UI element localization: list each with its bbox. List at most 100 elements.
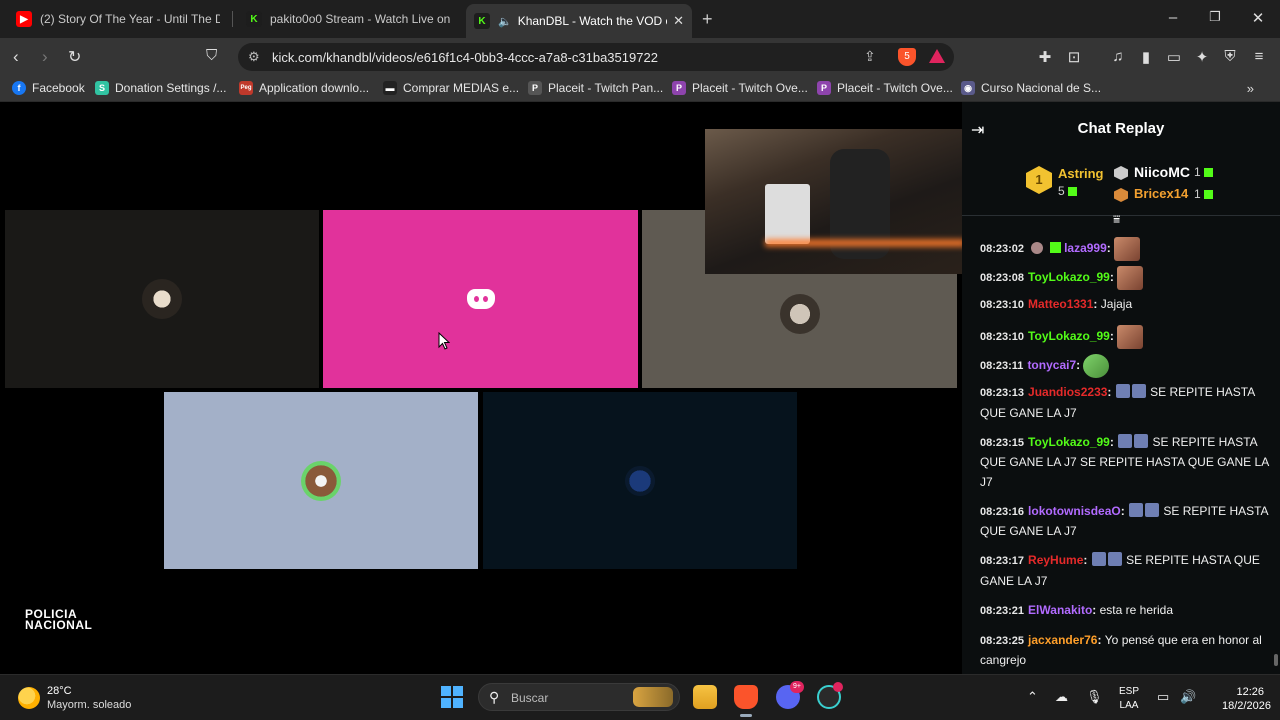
media-icon[interactable]: ♫ — [1107, 48, 1129, 65]
forward-icon[interactable]: › — [42, 47, 48, 67]
bookmark-placeit-overlay-2[interactable]: P Placeit - Twitch Ove... — [817, 81, 953, 95]
message-username[interactable]: laza999 — [1064, 241, 1107, 255]
new-tab-button[interactable]: + — [702, 9, 713, 30]
message-username[interactable]: ElWanakito — [1028, 603, 1092, 617]
onedrive-icon[interactable]: ☁ — [1055, 689, 1068, 705]
subscriber-badge-icon — [1049, 242, 1061, 254]
brave-shields-icon[interactable]: 5 — [898, 48, 916, 66]
message-username[interactable]: tonycai7 — [1027, 358, 1076, 372]
kick-icon: K — [474, 13, 490, 29]
discord-app-icon[interactable]: 9+ — [776, 681, 804, 709]
vpn-icon[interactable]: ⛨ — [1219, 48, 1241, 65]
brave-rewards-icon[interactable] — [929, 49, 945, 63]
bookmark-placeit-overlay[interactable]: P Placeit - Twitch Ove... — [672, 81, 808, 95]
bookmark-label: Application downlo... — [259, 81, 370, 95]
face-emote-icon — [1117, 266, 1144, 290]
back-icon[interactable]: ‹ — [13, 47, 19, 67]
bookmark-label: Facebook — [32, 81, 85, 95]
bookmarks-overflow-icon[interactable]: » — [1247, 81, 1254, 96]
sidebar-icon[interactable]: ▮ — [1135, 48, 1157, 66]
keyboard-language[interactable]: ESP LAA — [1118, 685, 1140, 713]
tab-pakito[interactable]: K pakito0o0 Stream - Watch Live on Kick — [238, 6, 458, 32]
participant-tile-speaking — [323, 210, 638, 388]
message-time: 08:23:10 — [980, 299, 1025, 311]
message-time: 08:23:02 — [980, 243, 1025, 256]
message-time: 08:23:21 — [980, 604, 1025, 617]
leo-ai-icon[interactable]: ✦ — [1191, 48, 1213, 66]
rain-emote-icon — [1129, 502, 1144, 517]
chat-message: 08:23:10 ToyLokazo_99: — [980, 325, 1270, 349]
show-hidden-icons-icon[interactable]: ⌃ — [1027, 689, 1038, 705]
tab-khandbl[interactable]: K 🔈 KhanDBL - Watch the VOD on Kick ✕ — [466, 4, 692, 38]
microphone-icon[interactable]: 🎙 — [1086, 689, 1103, 705]
weather-description[interactable]: Mayorm. soleado — [47, 699, 131, 711]
message-username[interactable]: Matteo1331 — [1028, 297, 1093, 311]
site-settings-icon[interactable]: ⚙ — [248, 49, 260, 65]
message-username[interactable]: Juandios2233 — [1028, 385, 1107, 399]
message-time: 08:23:17 — [980, 555, 1025, 567]
restore-icon[interactable]: ❐ — [1200, 9, 1230, 25]
window-close-icon[interactable]: ✕ — [1243, 9, 1273, 27]
bookmark-donation-settings[interactable]: S Donation Settings /... — [95, 81, 226, 95]
message-username[interactable]: ToyLokazo_99 — [1028, 329, 1110, 343]
tab-youtube[interactable]: ▶ (2) Story Of The Year - Until The Day … — [8, 6, 228, 32]
bookmark-icon[interactable]: ⛉ — [206, 47, 217, 64]
system-clock[interactable]: 12:26 18/2/2026 — [1222, 685, 1271, 713]
chat-message: 08:23:21 ElWanakito: esta re herida — [980, 602, 1174, 617]
chat-scrollbar[interactable] — [1274, 654, 1278, 666]
youtube-icon: ▶ — [16, 11, 32, 27]
leaderboard-second-count: 1 — [1194, 165, 1213, 179]
brave-browser-icon[interactable] — [734, 685, 758, 717]
rank-two-badge — [1114, 166, 1128, 180]
notification-dot — [833, 682, 843, 692]
bookmark-curso-nacional[interactable]: ◉ Curso Nacional de S... — [961, 81, 1101, 95]
leaderboard-second-name[interactable]: NiicoMC — [1134, 164, 1190, 180]
bookmark-application-download[interactable]: Peg Application downlo... — [239, 81, 369, 95]
keyboard-layout: LAA — [1119, 700, 1139, 711]
volume-icon[interactable]: 🔊 — [1180, 689, 1196, 705]
network-icon[interactable]: ▭ — [1157, 689, 1169, 705]
reload-icon[interactable]: ↻ — [68, 47, 81, 67]
message-username[interactable]: ReyHume — [1028, 553, 1083, 567]
gift-count: 5 — [1058, 184, 1065, 198]
policia-nacional-watermark: POLICIA NACIONAL — [25, 608, 111, 631]
file-explorer-icon[interactable] — [693, 685, 717, 709]
message-username[interactable]: ToyLokazo_99 — [1028, 270, 1110, 284]
weather-sun-icon[interactable] — [18, 687, 40, 709]
close-tab-icon[interactable]: ✕ — [673, 13, 684, 29]
share-icon[interactable]: ⇪ — [864, 48, 876, 65]
chat-message: 08:23:15 ToyLokazo_99: SE REPITE HASTA QU… — [980, 433, 1269, 489]
windows-start-icon[interactable] — [441, 686, 463, 708]
message-username[interactable]: jacxander76 — [1028, 633, 1097, 647]
app-icon[interactable] — [817, 682, 843, 709]
message-time: 08:23:25 — [980, 634, 1025, 647]
rain-emote-icon — [1145, 502, 1160, 517]
rain-emote-icon — [1118, 433, 1133, 448]
message-username[interactable]: lokotownisdeaO — [1028, 504, 1121, 518]
video-player[interactable]: POLICIA NACIONAL — [0, 102, 962, 674]
bookmark-placeit-panel[interactable]: P Placeit - Twitch Pan... — [528, 81, 663, 95]
chat-title: Chat Replay — [1077, 120, 1165, 137]
menu-icon[interactable]: ≡ — [1248, 48, 1270, 65]
message-username[interactable]: ToyLokazo_99 — [1028, 435, 1110, 449]
bookmark-label: Placeit - Twitch Pan... — [548, 81, 664, 95]
address-bar[interactable]: ⚙ kick.com/khandbl/videos/e616f1c4-0bb3-… — [238, 43, 954, 71]
wallet-icon[interactable]: ▭ — [1163, 48, 1185, 66]
leaderboard-toggle-icon[interactable]: ⩸ — [1113, 212, 1120, 227]
minimize-icon[interactable]: – — [1158, 9, 1188, 26]
bookmark-facebook[interactable]: f Facebook — [12, 81, 85, 95]
taskbar-search[interactable]: ⚲ Buscar — [478, 683, 680, 711]
chat-message: 08:23:17 ReyHume: SE REPITE HASTA QUE GAN… — [980, 552, 1260, 588]
message-time: 08:23:13 — [980, 387, 1025, 399]
search-highlight-image — [633, 687, 673, 707]
screenshot-icon[interactable]: ⊡ — [1063, 48, 1085, 66]
avatar — [625, 465, 655, 496]
leaderboard-first-name[interactable]: Astring — [1058, 166, 1104, 181]
rain-emote-icon — [1131, 384, 1146, 398]
bookmark-comprar-medias[interactable]: ▬ Comprar MEDIAS e... — [383, 81, 519, 95]
leaderboard-third-name[interactable]: Bricex14 — [1134, 186, 1188, 201]
extensions-icon[interactable]: ✚ — [1034, 48, 1056, 66]
weather-temperature[interactable]: 28°C — [47, 685, 72, 697]
participant-tile — [164, 392, 478, 569]
peg-icon: Peg — [239, 81, 253, 95]
